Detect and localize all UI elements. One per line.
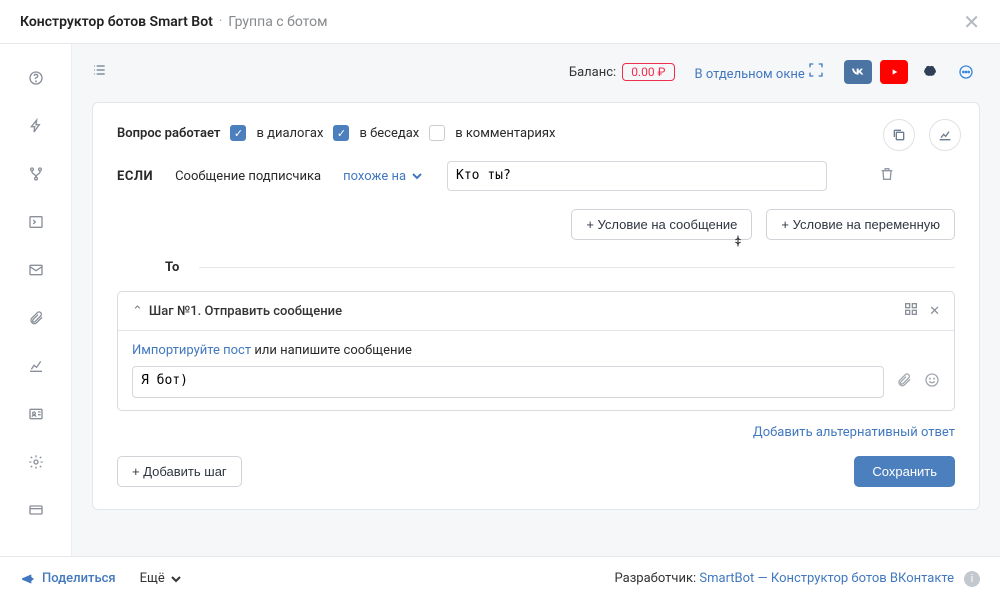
main-area: Баланс: 0.00 ₽ В отдельном окне Вопрос р…: [72, 44, 1000, 556]
checkbox-dialogs-label: в диалогах: [256, 126, 323, 141]
then-divider: То: [117, 260, 955, 275]
condition-message-input[interactable]: [447, 161, 827, 191]
top-toolbar: Баланс: 0.00 ₽ В отдельном окне: [92, 60, 980, 84]
vk-icon[interactable]: [844, 60, 872, 84]
balance-label: Баланс:: [569, 65, 616, 80]
list-toggle-icon[interactable]: [92, 62, 108, 82]
trash-icon[interactable]: [879, 166, 895, 186]
group-name: Группа с ботом: [228, 14, 327, 30]
save-button[interactable]: Сохранить: [854, 456, 955, 487]
reply-message-input[interactable]: [132, 366, 884, 398]
attachment-icon[interactable]: [26, 308, 46, 328]
help-icon[interactable]: [26, 68, 46, 88]
alt-answer-row: Добавить альтернативный ответ: [117, 425, 955, 440]
checkbox-chats-label: в беседах: [359, 126, 419, 141]
share-link[interactable]: Поделиться: [20, 571, 116, 587]
add-condition-row: + Условие на сообщение + Условие на пере…: [117, 209, 955, 240]
copy-icon[interactable]: [883, 119, 915, 151]
bolt-icon[interactable]: [26, 116, 46, 136]
checkbox-comments-label: в комментариях: [455, 126, 555, 141]
close-icon[interactable]: ✕: [963, 10, 980, 34]
stats-icon[interactable]: [929, 119, 961, 151]
youtube-icon[interactable]: [880, 60, 908, 84]
checkbox-dialogs[interactable]: [230, 125, 246, 141]
subscriber-message-label: Сообщение подписчика: [175, 169, 321, 184]
open-new-window-link[interactable]: В отдельном окне: [695, 62, 824, 82]
app-title: Конструктор ботов Smart Bot: [20, 14, 213, 30]
chevron-up-icon: ⌃: [132, 304, 143, 319]
add-message-condition-button[interactable]: + Условие на сообщение: [571, 209, 752, 240]
more-dropdown[interactable]: Ещё: [140, 571, 184, 587]
step-body: Импортируйте пост или напишите сообщение: [118, 331, 954, 410]
import-rest-text: или напишите сообщение: [251, 343, 412, 358]
then-label: То: [165, 260, 179, 275]
emoji-icon[interactable]: [924, 372, 940, 392]
step-grid-icon[interactable]: [903, 301, 919, 321]
developer-link[interactable]: SmartBot — Конструктор ботов ВКонтакте: [699, 571, 954, 586]
if-condition-row: ЕСЛИ Сообщение подписчика похоже на: [117, 161, 955, 191]
card-icon[interactable]: [26, 500, 46, 520]
question-editor-card: Вопрос работает в диалогах в беседах в к…: [92, 102, 980, 510]
similarity-dropdown[interactable]: похоже на: [343, 168, 425, 184]
gear-icon[interactable]: [26, 452, 46, 472]
works-label: Вопрос работает: [117, 126, 220, 141]
mail-icon[interactable]: [26, 260, 46, 280]
card-actions-row: + Добавить шаг Сохранить: [117, 456, 955, 487]
attach-icon[interactable]: [896, 372, 912, 392]
window-header: Конструктор ботов Smart Bot · Группа с б…: [0, 0, 1000, 44]
step-title: Шаг №1. Отправить сообщение: [149, 304, 342, 319]
works-in-row: Вопрос работает в диалогах в беседах в к…: [117, 125, 955, 141]
step-close-icon[interactable]: ✕: [929, 304, 940, 319]
footer-bar: Поделиться Ещё Разработчик: SmartBot — К…: [0, 556, 1000, 600]
add-variable-condition-button[interactable]: + Условие на переменную: [766, 209, 955, 240]
info-icon[interactable]: i: [964, 571, 980, 587]
terminal-icon[interactable]: [26, 212, 46, 232]
step-hint: Импортируйте пост или напишите сообщение: [132, 343, 940, 358]
step-1-panel: ⌃ Шаг №1. Отправить сообщение ✕ Импортир…: [117, 291, 955, 411]
import-post-link[interactable]: Импортируйте пост: [132, 343, 251, 358]
chart-icon[interactable]: [26, 356, 46, 376]
add-step-button[interactable]: + Добавить шаг: [117, 456, 242, 487]
balance-value[interactable]: 0.00 ₽: [622, 63, 674, 81]
brain-icon[interactable]: [916, 60, 944, 84]
fork-icon[interactable]: [26, 164, 46, 184]
checkbox-chats[interactable]: [333, 125, 349, 141]
step-header[interactable]: ⌃ Шаг №1. Отправить сообщение ✕: [118, 292, 954, 331]
left-sidebar: [0, 44, 72, 556]
if-label: ЕСЛИ: [117, 169, 153, 184]
checkbox-comments[interactable]: [429, 125, 445, 141]
id-card-icon[interactable]: [26, 404, 46, 424]
message-icon[interactable]: [952, 60, 980, 84]
add-alternative-answer-link[interactable]: Добавить альтернативный ответ: [753, 425, 955, 440]
title-separator: ·: [219, 14, 222, 29]
developer-label: Разработчик: SmartBot — Конструктор бото…: [615, 571, 955, 586]
